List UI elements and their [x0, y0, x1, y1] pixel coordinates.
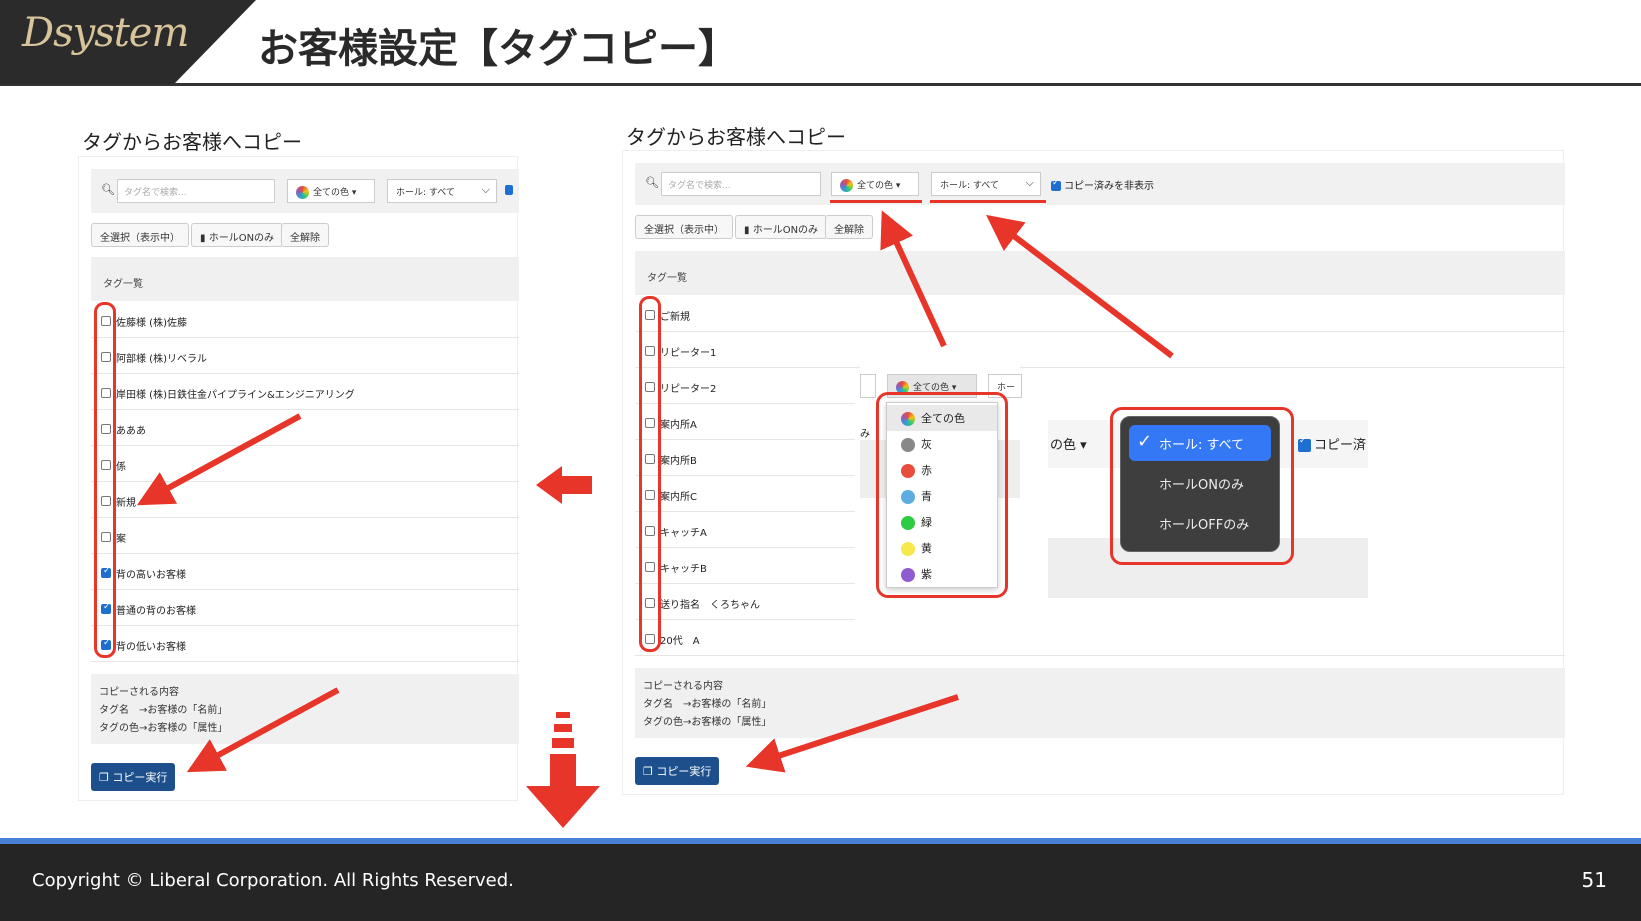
arrow-to-hall-select: [986, 214, 1174, 359]
arrow-to-checkbox: [136, 413, 302, 506]
slide: Dsystem お客様設定【タグコピー】 タグからお客様へコピー 🔍︎ タグ名で…: [0, 0, 1641, 921]
left-arrow-icon: [536, 466, 592, 504]
copyright-text: Copyright © Liberal Corporation. All Rig…: [32, 870, 514, 891]
page-number: 51: [1581, 868, 1607, 892]
slide-footer: Copyright © Liberal Corporation. All Rig…: [0, 844, 1641, 921]
annotation-arrows: [136, 210, 1174, 828]
arrow-to-left-copy-button: [186, 687, 340, 773]
arrow-to-color-select: [880, 210, 947, 348]
down-arrow-icon: [526, 712, 600, 828]
arrow-to-right-copy-button: [745, 694, 959, 773]
